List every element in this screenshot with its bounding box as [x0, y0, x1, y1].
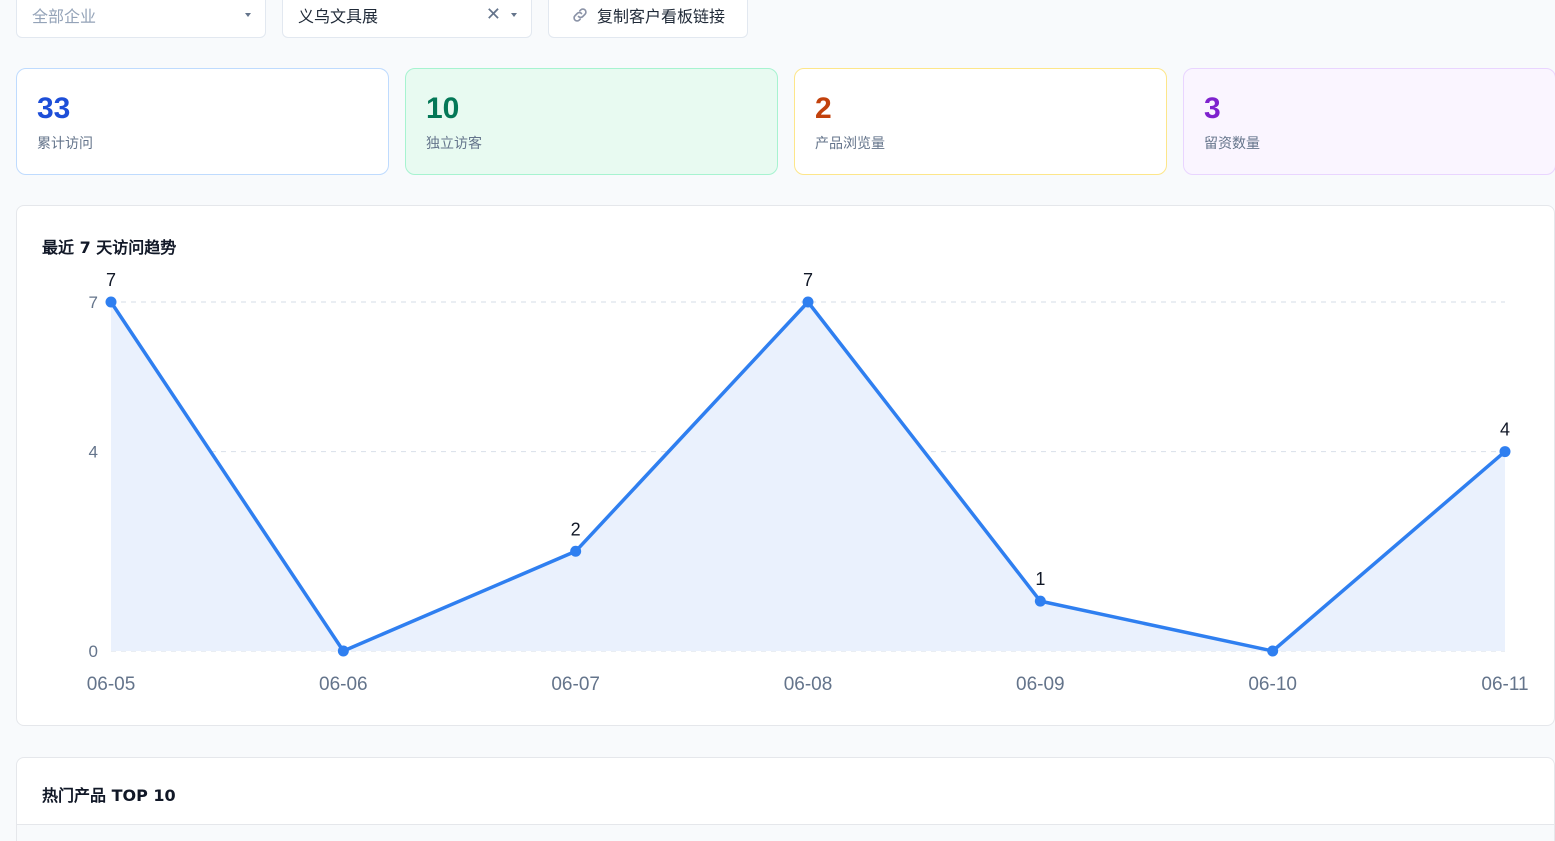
stat-card-unique-visitors: 10 独立访客	[405, 68, 778, 175]
data-point	[337, 645, 349, 657]
x-tick-label: 06-08	[784, 674, 833, 695]
stat-label: 独立访客	[426, 136, 482, 152]
stats-row: 33 累计访问 10 独立访客 2 产品浏览量 3 留资数量	[16, 68, 1555, 175]
data-label: 1	[1035, 569, 1045, 589]
y-tick-label: 7	[89, 293, 98, 312]
filter-toolbar: 全部企业 义乌文具展 ✕ 复制客户看板链接	[16, 0, 748, 38]
company-select-placeholder: 全部企业	[32, 7, 97, 26]
data-point	[802, 296, 814, 308]
stat-label: 累计访问	[37, 136, 93, 152]
area-fill	[111, 302, 1505, 651]
data-point	[105, 296, 117, 308]
y-tick-label: 0	[89, 642, 98, 661]
x-tick-label: 06-05	[87, 674, 136, 695]
data-label: 7	[106, 270, 116, 290]
stat-card-total-visits: 33 累计访问	[16, 68, 389, 175]
divider	[17, 824, 1554, 825]
data-point	[570, 545, 582, 557]
x-tick-label: 06-10	[1248, 674, 1297, 695]
stat-value: 33	[37, 92, 71, 125]
x-tick-label: 06-06	[319, 674, 368, 695]
stat-label: 留资数量	[1204, 136, 1260, 152]
data-label: 4	[1500, 420, 1510, 440]
stat-card-leads: 3 留资数量	[1183, 68, 1555, 175]
x-tick-label: 06-07	[551, 674, 600, 695]
link-icon	[571, 6, 589, 24]
exhibition-select-value: 义乌文具展	[298, 7, 379, 26]
visit-trend-card: 最近 7 天访问趋势 0 4 7 7 2 7 1 4 06-05 06-06 06-07 06-08 0…	[16, 205, 1555, 726]
stat-value: 2	[815, 92, 832, 125]
chevron-down-icon	[511, 13, 517, 17]
data-point	[1034, 595, 1046, 607]
company-select[interactable]: 全部企业	[16, 0, 266, 38]
stat-label: 产品浏览量	[815, 136, 885, 152]
stat-card-product-views: 2 产品浏览量	[794, 68, 1167, 175]
top-products-card: 热门产品 TOP 10	[16, 757, 1555, 841]
visit-trend-chart: 0477271406-05 06-06 06-07 06-08 06-09 06-10 06…	[87, 270, 1529, 695]
data-label: 7	[803, 270, 813, 290]
y-tick-label: 4	[89, 443, 98, 462]
chevron-down-icon	[245, 13, 251, 17]
data-point	[1499, 446, 1511, 458]
stat-value: 10	[426, 92, 460, 125]
exhibition-select[interactable]: 义乌文具展 ✕	[282, 0, 532, 38]
data-label: 2	[571, 519, 581, 539]
dashboard-page: 全部企业 义乌文具展 ✕ 复制客户看板链接 33 累计访问 10 独立访客 2 …	[0, 0, 1555, 841]
clear-icon[interactable]: ✕	[486, 6, 501, 24]
copy-dashboard-link-label: 复制客户看板链接	[596, 7, 725, 26]
top-products-table-header	[17, 825, 1554, 841]
x-tick-label: 06-09	[1016, 674, 1065, 695]
data-point	[1267, 645, 1279, 657]
top-products-title: 热门产品 TOP 10	[42, 786, 176, 805]
x-tick-label: 06-11	[1481, 674, 1528, 695]
stat-value: 3	[1204, 92, 1221, 125]
copy-dashboard-link-button[interactable]: 复制客户看板链接	[548, 0, 748, 38]
